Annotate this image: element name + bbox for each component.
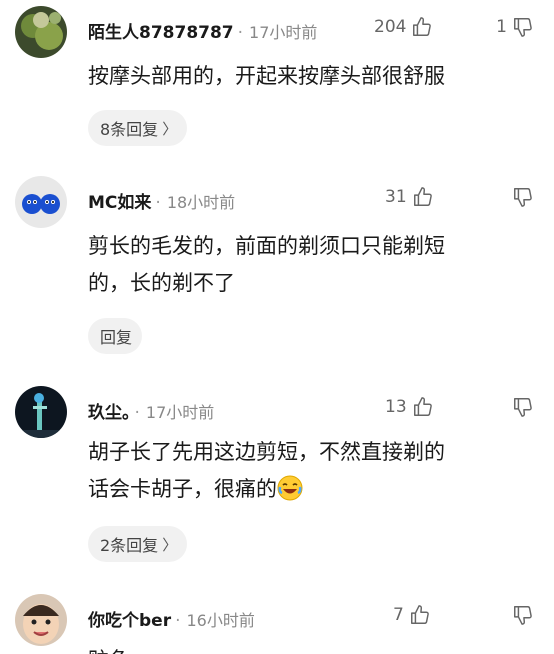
thumbs-up-icon [410, 605, 429, 624]
like-count: 204 [374, 17, 407, 37]
chevron-right-icon: 〉 [162, 535, 178, 554]
avatar[interactable] [15, 176, 67, 228]
comment-text: 按摩头部用的，开起来按摩头部很舒服 [88, 64, 445, 88]
thumbs-down-icon [514, 188, 532, 207]
username[interactable]: 你吃个ber · 16小时前 [88, 606, 255, 631]
timestamp: 16小时前 [186, 611, 255, 630]
timestamp: 17小时前 [249, 23, 318, 42]
dislike-button[interactable] [512, 186, 534, 208]
dislike-button[interactable] [512, 396, 534, 418]
like-count: 31 [385, 187, 407, 207]
dislike-button[interactable] [512, 604, 534, 626]
comment-item: 陌生人87878787 · 17小时前 204 1 按摩头部用的，开起来按摩头部很舒… [0, 6, 554, 156]
comment-text: 胡子长了先用这边剪短，不然直接剃的 话会卡胡子，很痛的 [88, 440, 445, 501]
username[interactable]: MC如来 · 18小时前 [88, 188, 235, 213]
chevron-right-icon: 〉 [162, 119, 178, 138]
comment-text: 剪长的毛发的，前面的剃须口只能剃短 的，长的剃不了 [88, 234, 445, 295]
dislike-count: 1 [496, 17, 507, 37]
comment-item: 玖尘。 · 17小时前 13 胡子长了先用这边剪短，不然直接剃的 话会卡胡子，很痛的… [0, 386, 554, 576]
timestamp: 18小时前 [166, 193, 236, 212]
like-count: 7 [393, 605, 404, 625]
like-button[interactable]: 13 [385, 396, 434, 418]
avatar[interactable] [15, 594, 67, 646]
comment-item: MC如来 · 18小时前 31 剪长的毛发的，前面的剃须口只能剃短 的，长的剃不了 … [0, 176, 554, 366]
like-button[interactable]: 204 [374, 16, 433, 38]
dislike-button[interactable]: 1 [496, 16, 534, 38]
thumbs-up-icon [413, 397, 432, 416]
laughing-crying-emoji-icon [277, 475, 303, 501]
thumbs-up-icon [413, 17, 432, 36]
view-replies-button[interactable]: 2条回复〉 [88, 526, 188, 562]
comment-item: 你吃个ber·16小时前 7 贮色 [0, 594, 554, 654]
timestamp: 17小时前 [145, 403, 215, 422]
like-count: 13 [385, 397, 407, 417]
thumbs-down-icon [514, 606, 532, 625]
like-button[interactable]: 7 [393, 604, 431, 626]
thumbs-up-icon [413, 187, 432, 206]
thumbs-down-icon [514, 18, 532, 37]
username[interactable]: 陌生人87878787 · 17小时前 [88, 18, 317, 43]
avatar[interactable] [15, 386, 67, 438]
view-replies-button[interactable]: 8条回复〉 [88, 110, 188, 146]
avatar[interactable] [15, 6, 67, 58]
username[interactable]: 玖尘。 · 17小时前 [88, 398, 214, 423]
thumbs-down-icon [514, 398, 532, 417]
like-button[interactable]: 31 [385, 186, 434, 208]
comment-text: 贮色 [88, 642, 528, 654]
reply-button[interactable]: 回复 [88, 318, 143, 354]
